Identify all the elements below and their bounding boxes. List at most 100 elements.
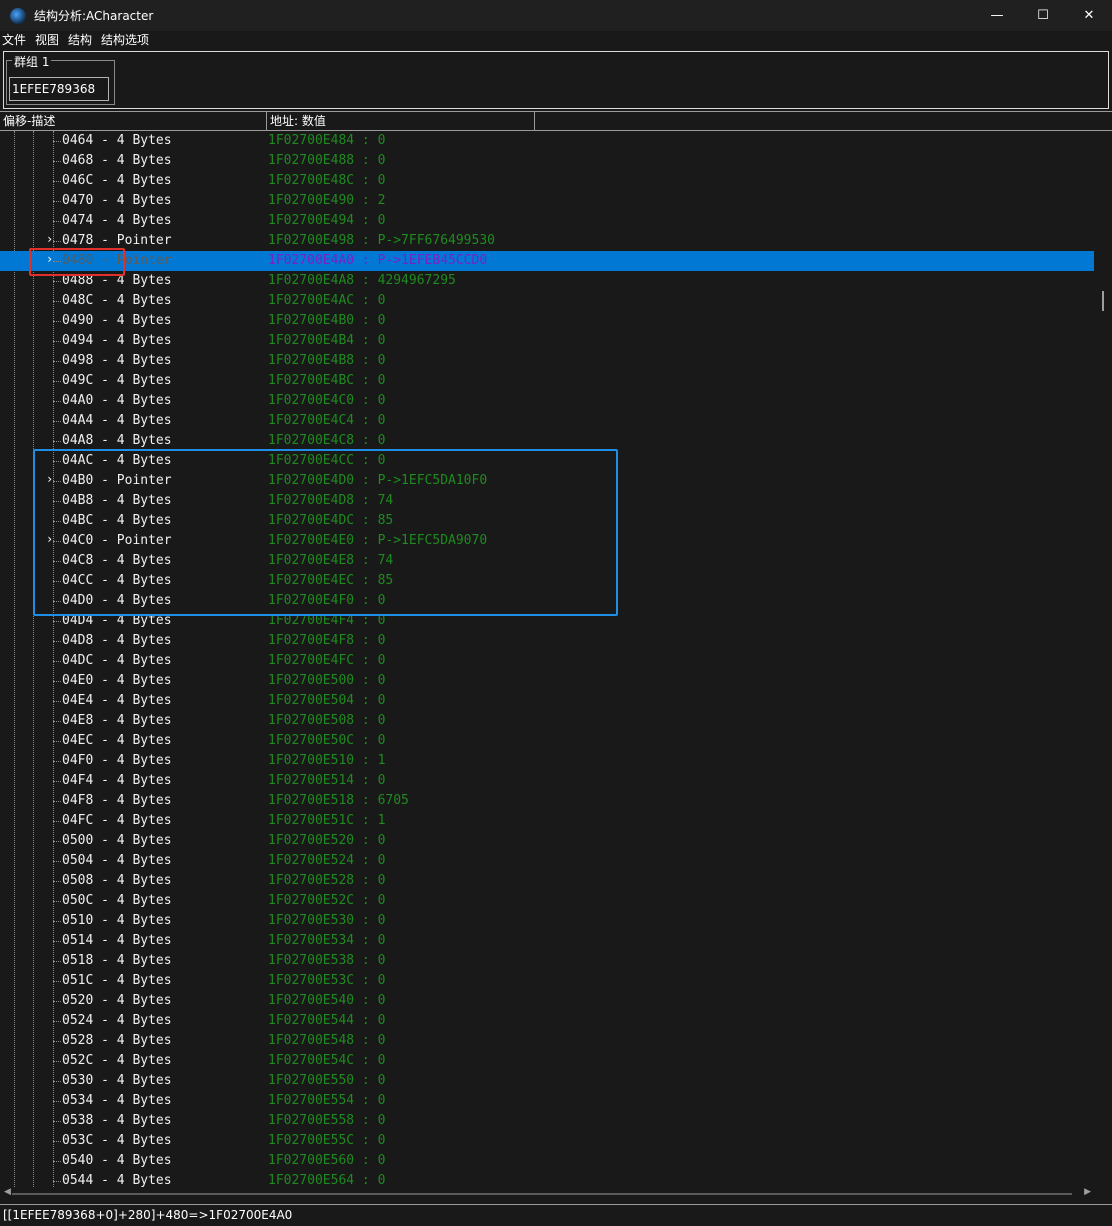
row-address: 1F02700E528 <box>268 873 355 888</box>
table-row[interactable]: 0470 - 4 Bytes 1F02700E490 : 2 <box>0 191 1094 211</box>
table-row[interactable]: 04D0 - 4 Bytes 1F02700E4F0 : 0 <box>0 591 1094 611</box>
header-offset-description[interactable]: 偏移-描述 <box>0 112 267 130</box>
vertical-scrollbar[interactable] <box>1094 131 1112 1187</box>
table-row[interactable]: › 0478 - Pointer 1F02700E498 : P->7FF67649… <box>0 231 1094 251</box>
table-row[interactable]: 051C - 4 Bytes 1F02700E53C : 0 <box>0 971 1094 991</box>
row-value: 0 <box>377 1093 386 1108</box>
maximize-button[interactable]: ☐ <box>1020 0 1066 31</box>
table-row[interactable]: 04CC - 4 Bytes 1F02700E4EC : 85 <box>0 571 1094 591</box>
row-separator: - <box>93 393 117 408</box>
table-row[interactable]: 0488 - 4 Bytes 1F02700E4A8 : 4294967295 <box>0 271 1094 291</box>
table-row[interactable]: 0494 - 4 Bytes 1F02700E4B4 : 0 <box>0 331 1094 351</box>
scroll-right-icon[interactable]: ▶ <box>1084 1187 1091 1197</box>
row-type: 4 Bytes <box>116 273 172 288</box>
table-row[interactable]: 04F4 - 4 Bytes 1F02700E514 : 0 <box>0 771 1094 791</box>
table-row[interactable]: 0508 - 4 Bytes 1F02700E528 : 0 <box>0 871 1094 891</box>
chevron-right-icon[interactable]: › <box>46 232 53 246</box>
vertical-scroll-thumb[interactable] <box>1102 291 1104 311</box>
header-address-value[interactable]: 地址: 数值 <box>267 112 535 130</box>
table-row[interactable]: 04AC - 4 Bytes 1F02700E4CC : 0 <box>0 451 1094 471</box>
table-row[interactable]: 0474 - 4 Bytes 1F02700E494 : 0 <box>0 211 1094 231</box>
menu-structure-options[interactable]: 结构选项 <box>99 31 156 49</box>
row-address: 1F02700E550 <box>268 1073 355 1088</box>
table-row[interactable]: 04A0 - 4 Bytes 1F02700E4C0 : 0 <box>0 391 1094 411</box>
row-value-separator: : <box>354 553 378 568</box>
chevron-right-icon[interactable]: › <box>46 472 53 486</box>
chevron-right-icon[interactable]: › <box>46 252 53 266</box>
table-row[interactable]: 052C - 4 Bytes 1F02700E54C : 0 <box>0 1051 1094 1071</box>
table-row[interactable]: 0540 - 4 Bytes 1F02700E560 : 0 <box>0 1151 1094 1171</box>
table-row[interactable]: 04A4 - 4 Bytes 1F02700E4C4 : 0 <box>0 411 1094 431</box>
table-row[interactable]: 04EC - 4 Bytes 1F02700E50C : 0 <box>0 731 1094 751</box>
table-row[interactable]: 050C - 4 Bytes 1F02700E52C : 0 <box>0 891 1094 911</box>
table-row[interactable]: 0464 - 4 Bytes 1F02700E484 : 0 <box>0 131 1094 151</box>
table-row[interactable]: 0528 - 4 Bytes 1F02700E548 : 0 <box>0 1031 1094 1051</box>
row-address: 1F02700E4E0 <box>268 533 355 548</box>
table-row[interactable]: 04DC - 4 Bytes 1F02700E4FC : 0 <box>0 651 1094 671</box>
table-row[interactable]: 0530 - 4 Bytes 1F02700E550 : 0 <box>0 1071 1094 1091</box>
minimize-button[interactable]: — <box>974 0 1020 31</box>
table-row[interactable]: 0510 - 4 Bytes 1F02700E530 : 0 <box>0 911 1094 931</box>
table-row[interactable]: › 0480 - Pointer 1F02700E4A0 : P->1EFEB45C… <box>0 251 1094 271</box>
row-value-separator: : <box>354 1053 378 1068</box>
table-row[interactable]: 04E0 - 4 Bytes 1F02700E500 : 0 <box>0 671 1094 691</box>
table-row[interactable]: 048C - 4 Bytes 1F02700E4AC : 0 <box>0 291 1094 311</box>
table-row[interactable]: 0514 - 4 Bytes 1F02700E534 : 0 <box>0 931 1094 951</box>
table-row[interactable]: 04BC - 4 Bytes 1F02700E4DC : 85 <box>0 511 1094 531</box>
row-address-value: 1F02700E518 : 6705 <box>268 793 409 808</box>
close-button[interactable]: ✕ <box>1066 0 1112 31</box>
table-row[interactable]: 0520 - 4 Bytes 1F02700E540 : 0 <box>0 991 1094 1011</box>
menu-view[interactable]: 视图 <box>33 31 66 49</box>
row-value-separator: : <box>354 453 378 468</box>
row-address: 1F02700E48C <box>268 173 355 188</box>
row-address-value: 1F02700E554 : 0 <box>268 1093 385 1108</box>
table-row[interactable]: 0504 - 4 Bytes 1F02700E524 : 0 <box>0 851 1094 871</box>
row-value-separator: : <box>354 1013 378 1028</box>
table-row[interactable]: 04C8 - 4 Bytes 1F02700E4E8 : 74 <box>0 551 1094 571</box>
row-offset: 046C <box>62 173 94 188</box>
row-address-value: 1F02700E4C0 : 0 <box>268 393 385 408</box>
table-row[interactable]: 0538 - 4 Bytes 1F02700E558 : 0 <box>0 1111 1094 1131</box>
structure-tree[interactable]: 0464 - 4 Bytes 1F02700E484 : 0 0468 - 4 By… <box>0 131 1112 1187</box>
table-row[interactable]: 04FC - 4 Bytes 1F02700E51C : 1 <box>0 811 1094 831</box>
table-row[interactable]: 0544 - 4 Bytes 1F02700E564 : 0 <box>0 1171 1094 1187</box>
horizontal-scrollbar[interactable]: ◀ ▶ <box>0 1187 1094 1201</box>
table-row[interactable]: 053C - 4 Bytes 1F02700E55C : 0 <box>0 1131 1094 1151</box>
horizontal-scroll-thumb[interactable] <box>12 1193 1072 1195</box>
table-row[interactable]: 04E8 - 4 Bytes 1F02700E508 : 0 <box>0 711 1094 731</box>
table-row[interactable]: 049C - 4 Bytes 1F02700E4BC : 0 <box>0 371 1094 391</box>
table-row[interactable]: 04F0 - 4 Bytes 1F02700E510 : 1 <box>0 751 1094 771</box>
table-row[interactable]: 0468 - 4 Bytes 1F02700E488 : 0 <box>0 151 1094 171</box>
table-row[interactable]: 04F8 - 4 Bytes 1F02700E518 : 6705 <box>0 791 1094 811</box>
table-row[interactable]: 046C - 4 Bytes 1F02700E48C : 0 <box>0 171 1094 191</box>
row-value: 0 <box>377 993 386 1008</box>
row-separator: - <box>93 893 117 908</box>
row-address-value: 1F02700E51C : 1 <box>268 813 385 828</box>
row-address-value: 1F02700E524 : 0 <box>268 853 385 868</box>
row-separator: - <box>93 493 117 508</box>
table-row[interactable]: 0500 - 4 Bytes 1F02700E520 : 0 <box>0 831 1094 851</box>
table-row[interactable]: 0498 - 4 Bytes 1F02700E4B8 : 0 <box>0 351 1094 371</box>
table-row[interactable]: 04D8 - 4 Bytes 1F02700E4F8 : 0 <box>0 631 1094 651</box>
menu-structure[interactable]: 结构 <box>66 31 99 49</box>
row-offset: 04C8 <box>62 553 94 568</box>
table-row[interactable]: › 04C0 - Pointer 1F02700E4E0 : P->1EFC5DA9… <box>0 531 1094 551</box>
group-address-field[interactable]: 1EFEE789368 <box>9 77 109 101</box>
row-offset-description: 0490 - 4 Bytes <box>62 313 172 328</box>
table-row[interactable]: 04A8 - 4 Bytes 1F02700E4C8 : 0 <box>0 431 1094 451</box>
table-row[interactable]: 0524 - 4 Bytes 1F02700E544 : 0 <box>0 1011 1094 1031</box>
table-row[interactable]: 04B8 - 4 Bytes 1F02700E4D8 : 74 <box>0 491 1094 511</box>
menu-file[interactable]: 文件 <box>0 31 33 49</box>
table-row[interactable]: 04E4 - 4 Bytes 1F02700E504 : 0 <box>0 691 1094 711</box>
table-row[interactable]: 04D4 - 4 Bytes 1F02700E4F4 : 0 <box>0 611 1094 631</box>
table-row[interactable]: 0534 - 4 Bytes 1F02700E554 : 0 <box>0 1091 1094 1111</box>
scroll-left-icon[interactable]: ◀ <box>4 1187 11 1197</box>
row-address: 1F02700E498 <box>268 233 355 248</box>
chevron-right-icon[interactable]: › <box>46 532 53 546</box>
row-type: 4 Bytes <box>116 353 172 368</box>
table-row[interactable]: › 04B0 - Pointer 1F02700E4D0 : P->1EFC5DA1… <box>0 471 1094 491</box>
table-row[interactable]: 0490 - 4 Bytes 1F02700E4B0 : 0 <box>0 311 1094 331</box>
row-value: 0 <box>377 673 386 688</box>
table-row[interactable]: 0518 - 4 Bytes 1F02700E538 : 0 <box>0 951 1094 971</box>
row-type: 4 Bytes <box>116 333 172 348</box>
